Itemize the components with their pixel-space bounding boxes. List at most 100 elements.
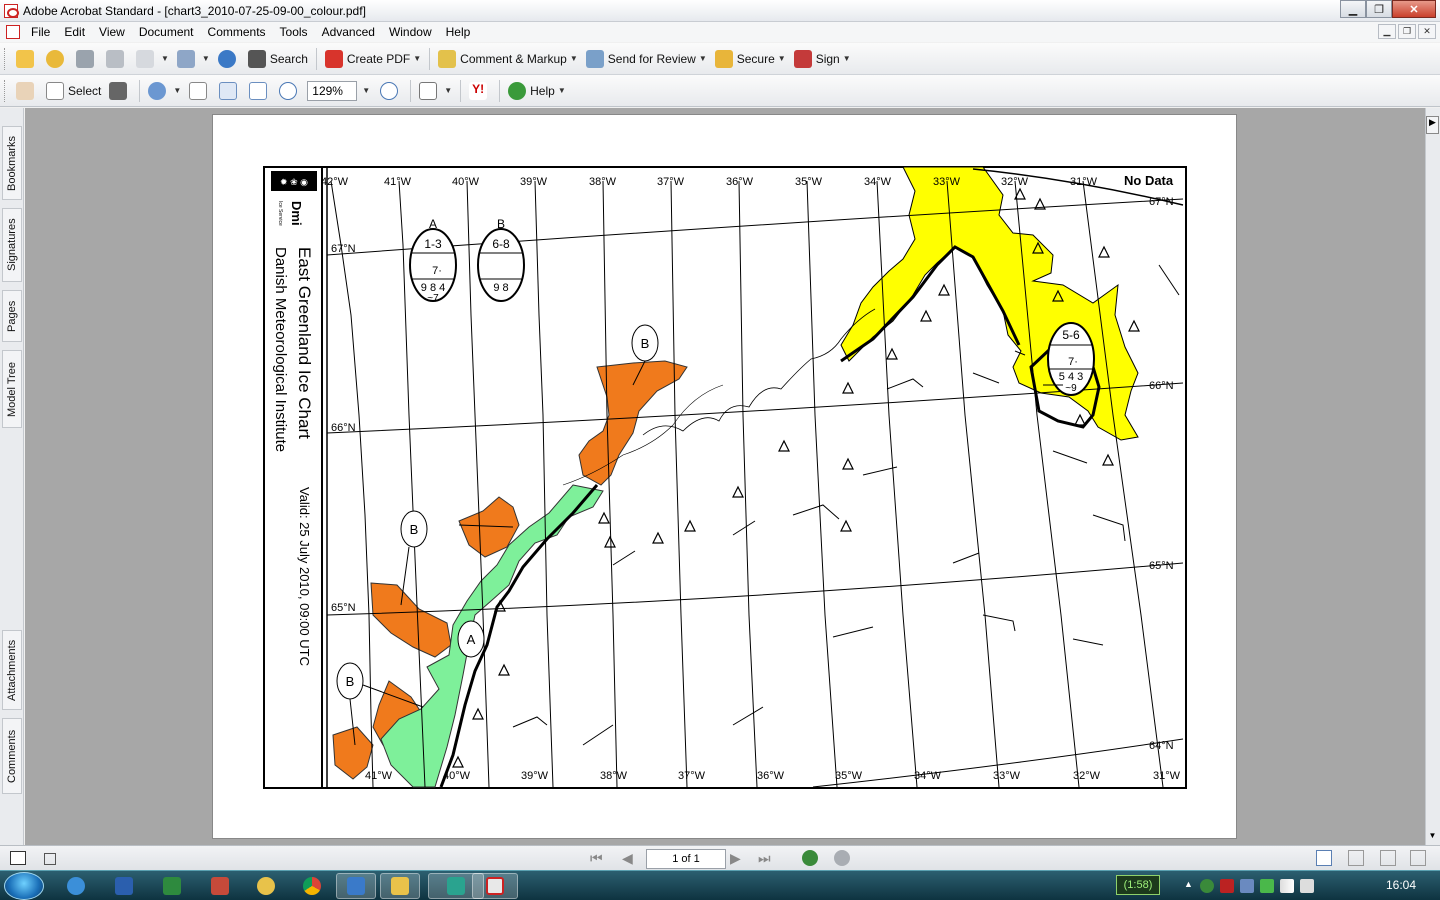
menu-comments[interactable]: Comments [201,25,273,39]
zoom-field[interactable]: 129% [307,80,358,101]
menu-window[interactable]: Window [382,25,439,39]
search-button[interactable]: Search [245,47,311,71]
zoom-tool-button[interactable]: ▼ [145,79,184,103]
document-pane[interactable]: ✹ ❀ ◉ Dmi Ice Service East Greenland Ice… [25,108,1425,845]
select-tool-button[interactable]: Select [43,79,104,103]
taskbar-excel[interactable] [152,873,192,899]
menu-tools[interactable]: Tools [273,25,315,39]
title-bar: Adobe Acrobat Standard - [chart3_2010-07… [0,0,1440,22]
menu-advanced[interactable]: Advanced [315,25,382,39]
taskbar-ie[interactable] [56,873,96,899]
start-button[interactable] [4,872,44,900]
taskbar-app[interactable] [200,873,240,899]
taskbar-acrobat[interactable] [472,873,518,899]
tray-signal-icon[interactable] [1280,879,1294,893]
tray-flag-icon[interactable] [1300,879,1314,893]
expand-panel-button[interactable]: ▶ [1426,116,1439,134]
excel-icon [163,877,181,895]
close-button[interactable]: ✕ [1392,0,1436,18]
toolbar-grip[interactable] [4,47,8,70]
pen-sign-icon [793,49,812,68]
tab-signatures[interactable]: Signatures [2,208,22,282]
battery-meter[interactable]: (1:58) [1116,875,1160,895]
create-pdf-button[interactable]: Create PDF ▼ [322,47,424,71]
tray-network-icon[interactable] [1260,879,1274,893]
last-page-button[interactable]: ⏭ [758,850,771,867]
taskbar-chrome[interactable] [292,873,332,899]
tab-comments[interactable]: Comments [2,718,22,794]
nav-panel-toggle[interactable] [10,851,26,865]
previous-view-icon[interactable] [802,850,818,866]
tray-expand-icon[interactable]: ▲ [1184,879,1194,893]
rotate-icon [419,81,438,100]
valid-time: Valid: 25 July 2010, 09:00 UTC [297,487,312,666]
tab-model-tree[interactable]: Model Tree [2,350,22,428]
next-page-button[interactable]: ▶ [730,850,741,867]
rotate-button[interactable]: ▼ [416,79,455,103]
secure-button[interactable]: Secure ▼ [712,47,789,71]
tab-bookmarks[interactable]: Bookmarks [2,126,22,200]
minimize-button[interactable]: ▁ [1340,0,1366,18]
svg-text:5 4 3: 5 4 3 [1059,371,1083,383]
tab-pages[interactable]: Pages [2,290,22,342]
menu-edit[interactable]: Edit [57,25,92,39]
tray-people-icon[interactable] [1240,879,1254,893]
doc-restore-button[interactable]: ❐ [1398,24,1416,39]
hand-icon [16,81,34,100]
yahoo-button[interactable]: Y! [466,79,494,103]
save-button[interactable] [73,47,101,71]
zoom-out-button[interactable] [276,79,304,103]
taskbar-explorer[interactable] [380,873,420,899]
restore-button[interactable]: ❐ [1366,0,1392,18]
toolbar-grip-2[interactable] [4,79,8,102]
globe-search-icon [217,49,236,68]
fit-page-button[interactable] [216,79,244,103]
facing-icon[interactable] [1380,850,1396,866]
hand-tool-button[interactable] [13,79,41,103]
lon-bottom-label: 41°W [365,770,393,782]
tray-shield-icon[interactable] [1200,879,1214,893]
email-button[interactable]: ▼ [133,47,172,71]
zoom-dropdown[interactable]: ▼ [362,86,370,95]
fit-width-button[interactable] [246,79,274,103]
lon-top-label: 31°W [1070,176,1098,188]
attach-button[interactable]: ▼ [174,47,213,71]
taskbar-messenger[interactable] [246,873,286,899]
lon-top-label: 35°W [795,176,823,188]
create-pdf-icon [324,49,343,68]
sign-button[interactable]: Sign ▼ [791,47,854,71]
prev-page-button[interactable]: ◀ [622,850,633,867]
navigation-panel: Bookmarks Signatures Pages Model Tree At… [0,108,24,848]
continuous-icon[interactable] [1348,850,1364,866]
scroll-down-button[interactable]: ▼ [1426,831,1439,845]
organizer-button[interactable] [43,47,71,71]
comment-markup-button[interactable]: Comment & Markup ▼ [435,47,581,71]
taskbar-app-2[interactable] [336,873,376,899]
next-view-icon[interactable] [834,850,850,866]
menu-file[interactable]: File [24,25,57,39]
lat-left-label: 67°N [331,243,356,255]
menu-help[interactable]: Help [439,25,478,39]
menu-view[interactable]: View [92,25,132,39]
single-page-icon[interactable] [1316,850,1332,866]
folder-icon [391,877,409,895]
internet-search-button[interactable] [215,47,243,71]
actual-size-button[interactable] [186,79,214,103]
print-button[interactable] [103,47,131,71]
zoom-in-button[interactable] [371,79,405,103]
menu-document[interactable]: Document [132,25,201,39]
tab-attachments[interactable]: Attachments [2,630,22,710]
help-button[interactable]: Help ▼ [505,79,569,103]
snapshot-button[interactable] [106,79,134,103]
document-menu-icon[interactable] [6,25,20,39]
first-page-button[interactable]: ⏮ [590,850,603,867]
tray-x-icon[interactable] [1220,879,1234,893]
continuous-facing-icon[interactable] [1410,850,1426,866]
page-number-field[interactable]: 1 of 1 [646,849,726,869]
clock[interactable]: 16:04 [1386,878,1416,892]
doc-close-button[interactable]: ✕ [1418,24,1436,39]
doc-minimize-button[interactable]: ▁ [1378,24,1396,39]
open-button[interactable] [13,47,41,71]
taskbar-word[interactable] [104,873,144,899]
send-review-button[interactable]: Send for Review ▼ [583,47,710,71]
